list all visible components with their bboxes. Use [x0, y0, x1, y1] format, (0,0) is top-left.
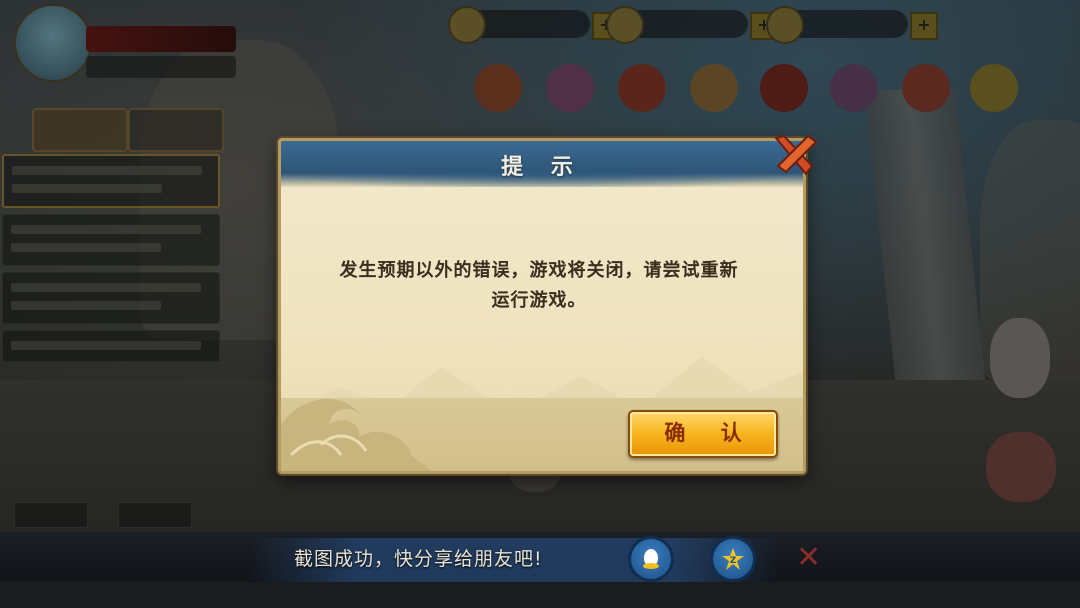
close-icon[interactable] — [768, 132, 820, 178]
qq-icon[interactable] — [628, 536, 674, 582]
svg-text:Z: Z — [730, 556, 737, 566]
dialog-title: 提 示 — [501, 154, 583, 180]
error-dialog: 提 示 确 认 — [278, 138, 806, 474]
share-prompt-text: 截图成功，快分享给朋友吧! — [294, 548, 543, 570]
close-button[interactable] — [768, 132, 820, 178]
qzone-icon[interactable]: Z — [710, 536, 756, 582]
confirm-button[interactable]: 确 认 — [628, 410, 778, 458]
bottom-edge — [0, 582, 1080, 608]
close-share-icon[interactable]: ✕ — [796, 540, 821, 575]
dialog-header: 提 示 — [281, 141, 803, 191]
wave-decoration — [281, 398, 431, 471]
